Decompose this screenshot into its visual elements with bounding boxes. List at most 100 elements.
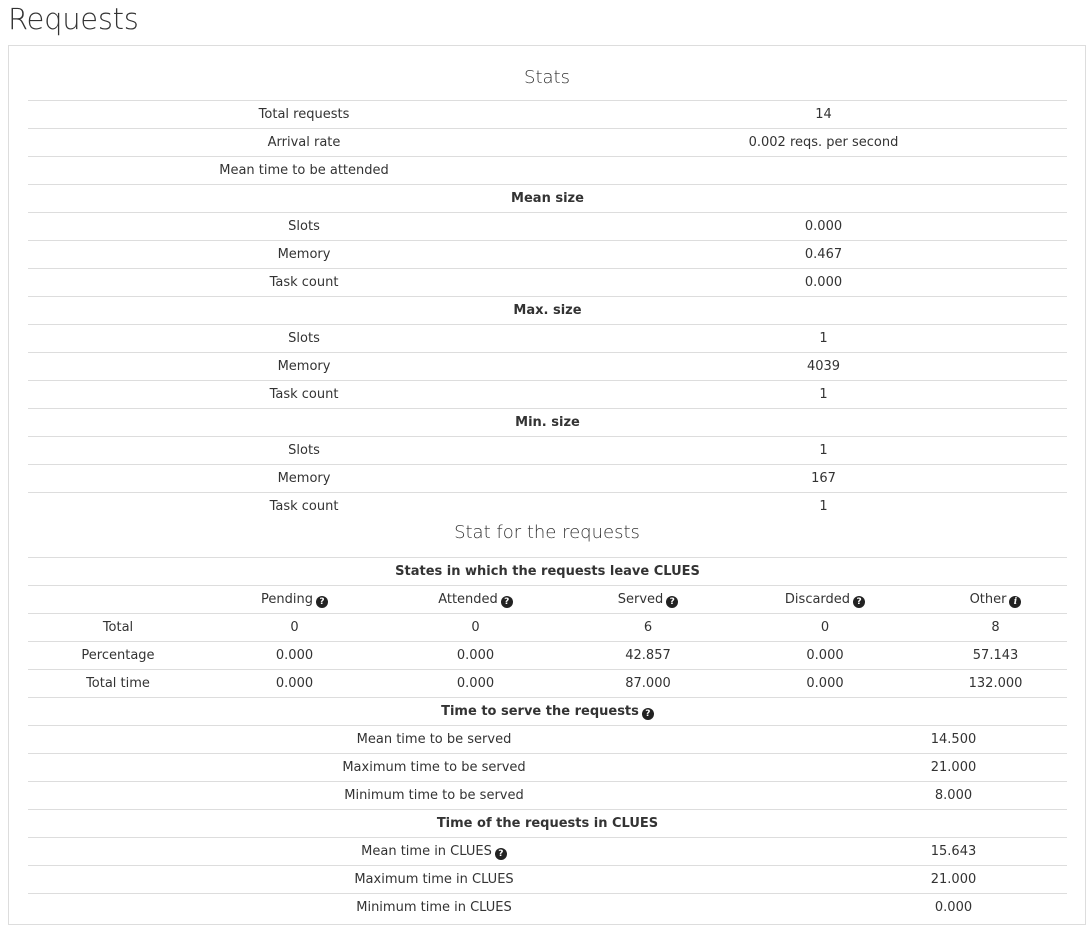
table-row: Total 0 0 6 0 8 xyxy=(28,613,1068,642)
cell-value: 0 xyxy=(726,613,924,642)
help-icon[interactable]: ? xyxy=(641,707,654,720)
clues-title: Time of the requests in CLUES xyxy=(28,809,1067,838)
serve-title: Time to serve the requests? xyxy=(28,697,1067,726)
table-row: Minimum time to be served 8.000 xyxy=(28,781,1067,810)
table-row: Minimum time in CLUES 0.000 xyxy=(28,893,1067,921)
requests-panel: Stats Total requests 14 Arrival rate 0.0… xyxy=(8,45,1086,925)
group-title: Mean size xyxy=(28,184,1067,213)
table-row: Arrival rate 0.002 reqs. per second xyxy=(28,128,1067,157)
states-table: States in which the requests leave CLUES… xyxy=(28,557,1068,697)
table-row: Mean time in CLUES? 15.643 xyxy=(28,837,1067,866)
cell-value: 0.000 xyxy=(726,641,924,670)
table-row: Total requests 14 xyxy=(28,100,1067,129)
row-label: Minimum time in CLUES xyxy=(28,893,840,921)
column-header-attended: Attended? xyxy=(381,585,570,614)
row-value xyxy=(580,156,1067,185)
help-icon[interactable]: ? xyxy=(853,595,866,608)
row-value: 4039 xyxy=(580,352,1067,381)
row-value: 1 xyxy=(580,324,1067,353)
column-header-served: Served? xyxy=(570,585,726,614)
empty-header-cell xyxy=(28,585,208,614)
row-label: Total time xyxy=(28,669,208,697)
row-value: 15.643 xyxy=(840,837,1067,866)
row-value: 21.000 xyxy=(840,865,1067,894)
group-header-row: Min. size xyxy=(28,408,1067,437)
cell-value: 8 xyxy=(924,613,1068,642)
row-label: Mean time in CLUES xyxy=(361,843,492,859)
column-header-discarded: Discarded? xyxy=(726,585,924,614)
row-label: Slots xyxy=(28,324,580,353)
help-icon[interactable]: ? xyxy=(494,847,507,860)
row-label: Slots xyxy=(28,212,580,241)
row-label: Percentage xyxy=(28,641,208,670)
stats-title: Stats xyxy=(524,67,570,88)
group-header-row: Time to serve the requests? xyxy=(28,697,1067,726)
cell-value: 6 xyxy=(570,613,726,642)
group-header-row: States in which the requests leave CLUES xyxy=(28,557,1068,586)
cell-value: 0.000 xyxy=(726,669,924,697)
help-icon[interactable]: ? xyxy=(500,595,513,608)
column-label: Pending xyxy=(261,591,313,607)
table-row: Task count 1 xyxy=(28,380,1067,409)
table-row: Memory 4039 xyxy=(28,352,1067,381)
row-value: 0.000 xyxy=(580,212,1067,241)
row-value: 1 xyxy=(580,436,1067,465)
row-label: Arrival rate xyxy=(28,128,580,157)
table-row: Maximum time to be served 21.000 xyxy=(28,753,1067,782)
row-label: Maximum time to be served xyxy=(28,753,840,782)
row-value: 8.000 xyxy=(840,781,1067,810)
table-row: Percentage 0.000 0.000 42.857 0.000 57.1… xyxy=(28,641,1068,670)
column-label: Other xyxy=(969,591,1007,607)
help-icon[interactable]: ? xyxy=(666,595,679,608)
cell-value: 132.000 xyxy=(924,669,1068,697)
stats-table: Total requests 14 Arrival rate 0.002 req… xyxy=(28,100,1067,520)
row-value: 167 xyxy=(580,464,1067,493)
cell-value: 0.000 xyxy=(381,641,570,670)
table-row: Slots 1 xyxy=(28,324,1067,353)
row-label-cell: Mean time in CLUES? xyxy=(28,837,840,866)
cell-value: 0.000 xyxy=(208,669,381,697)
table-row: Slots 1 xyxy=(28,436,1067,465)
cell-value: 57.143 xyxy=(924,641,1068,670)
column-label: Served xyxy=(617,591,664,607)
row-label: Slots xyxy=(28,436,580,465)
times-table: Time to serve the requests? Mean time to… xyxy=(28,697,1067,921)
table-row: Maximum time in CLUES 21.000 xyxy=(28,865,1067,894)
table-row: Total time 0.000 0.000 87.000 0.000 132.… xyxy=(28,669,1068,697)
table-row: Task count 0.000 xyxy=(28,268,1067,297)
group-title: Time to serve the requests xyxy=(441,703,639,719)
column-label: Attended xyxy=(438,591,498,607)
row-value: 14 xyxy=(580,100,1067,129)
cell-value: 87.000 xyxy=(570,669,726,697)
row-value: 0.000 xyxy=(580,268,1067,297)
cell-value: 0 xyxy=(208,613,381,642)
row-value: 14.500 xyxy=(840,725,1067,754)
table-row: Task count 1 xyxy=(28,492,1067,520)
column-label: Discarded xyxy=(784,591,851,607)
help-icon[interactable]: ? xyxy=(315,595,328,608)
row-value: 0.000 xyxy=(840,893,1067,921)
row-label: Total xyxy=(28,613,208,642)
cell-value: 0.000 xyxy=(381,669,570,697)
group-header-row: Time of the requests in CLUES xyxy=(28,809,1067,838)
table-row: Mean time to be served 14.500 xyxy=(28,725,1067,754)
table-row: Memory 167 xyxy=(28,464,1067,493)
row-label: Task count xyxy=(28,492,580,520)
cell-value: 42.857 xyxy=(570,641,726,670)
group-title: Max. size xyxy=(28,296,1067,325)
row-label: Total requests xyxy=(28,100,580,129)
group-header-row: Max. size xyxy=(28,296,1067,325)
states-header-row: Pending? Attended? Served? Discarded? Ot… xyxy=(28,585,1068,614)
row-label: Mean time to be served xyxy=(28,725,840,754)
row-value: 0.467 xyxy=(580,240,1067,269)
row-label: Mean time to be attended xyxy=(28,156,580,185)
table-row: Mean time to be attended xyxy=(28,156,1067,185)
page-title: Requests xyxy=(8,2,139,36)
row-label: Maximum time in CLUES xyxy=(28,865,840,894)
group-title: Min. size xyxy=(28,408,1067,437)
row-label: Memory xyxy=(28,352,580,381)
states-title: States in which the requests leave CLUES xyxy=(28,557,1068,586)
info-icon[interactable]: i xyxy=(1009,595,1022,608)
table-row: Slots 0.000 xyxy=(28,212,1067,241)
table-row: Memory 0.467 xyxy=(28,240,1067,269)
